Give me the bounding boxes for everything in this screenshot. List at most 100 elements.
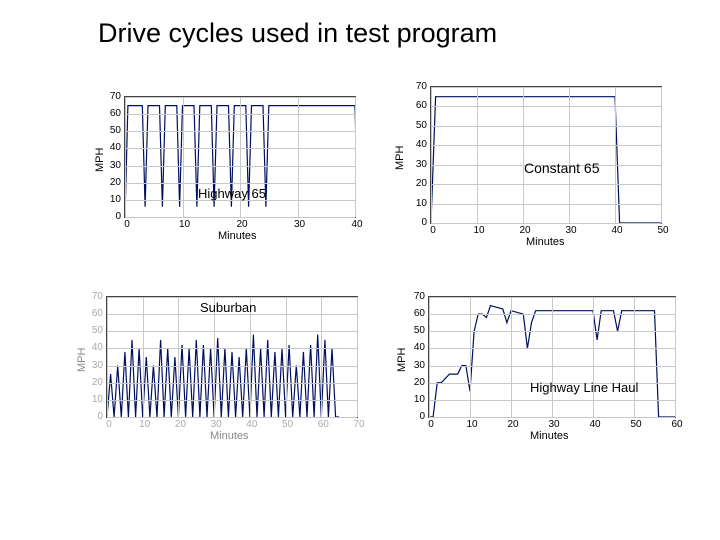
gridline-v xyxy=(523,87,524,223)
tick-y: 70 xyxy=(83,291,103,302)
gridline-v xyxy=(321,297,322,417)
tick-y: 50 xyxy=(83,325,103,336)
gridline-h xyxy=(431,184,661,185)
page-title: Drive cycles used in test program xyxy=(98,18,497,49)
x-axis-label: Minutes xyxy=(526,236,565,248)
plot-area: 0102030405060700102030405060 xyxy=(428,296,676,418)
gridline-h xyxy=(107,366,357,367)
gridline-h xyxy=(431,106,661,107)
tick-x: 30 xyxy=(544,419,564,430)
x-axis-label: Minutes xyxy=(218,230,257,242)
tick-x: 0 xyxy=(117,219,137,230)
tick-y: 20 xyxy=(101,177,121,188)
gridline-v xyxy=(593,297,594,417)
tick-y: 30 xyxy=(407,159,427,170)
tick-x: 30 xyxy=(561,225,581,236)
gridline-v xyxy=(511,297,512,417)
tick-y: 60 xyxy=(101,108,121,119)
tick-x: 40 xyxy=(607,225,627,236)
gridline-v xyxy=(250,297,251,417)
chart-label: Constant 65 xyxy=(524,160,600,176)
tick-x: 0 xyxy=(423,225,443,236)
tick-x: 60 xyxy=(313,419,333,430)
gridline-v xyxy=(107,297,108,417)
tick-y: 60 xyxy=(405,308,425,319)
chart-label: Highway Line Haul xyxy=(530,380,638,395)
chart-highway-65: 010203040506070010203040 MPH Minutes Hig… xyxy=(88,90,368,250)
gridline-v xyxy=(552,297,553,417)
tick-x: 40 xyxy=(242,419,262,430)
tick-y: 10 xyxy=(83,394,103,405)
gridline-h xyxy=(107,417,357,418)
gridline-h xyxy=(431,126,661,127)
gridline-v xyxy=(477,87,478,223)
tick-y: 40 xyxy=(407,139,427,150)
tick-y: 50 xyxy=(405,325,425,336)
gridline-v xyxy=(355,97,356,217)
gridline-v xyxy=(431,87,432,223)
gridline-v xyxy=(661,87,662,223)
gridline-h xyxy=(431,145,661,146)
tick-x: 50 xyxy=(626,419,646,430)
tick-x: 10 xyxy=(469,225,489,236)
gridline-v xyxy=(214,297,215,417)
gridline-v xyxy=(143,297,144,417)
tick-x: 30 xyxy=(290,219,310,230)
tick-x: 50 xyxy=(653,225,673,236)
tick-x: 40 xyxy=(585,419,605,430)
tick-y: 20 xyxy=(407,178,427,189)
tick-x: 40 xyxy=(347,219,367,230)
tick-y: 50 xyxy=(407,120,427,131)
tick-x: 0 xyxy=(99,419,119,430)
gridline-v xyxy=(357,297,358,417)
chart-constant-65: 01020304050607001020304050 MPH Minutes C… xyxy=(388,80,678,260)
tick-y: 60 xyxy=(407,100,427,111)
tick-x: 20 xyxy=(515,225,535,236)
tick-y: 20 xyxy=(405,377,425,388)
gridline-v xyxy=(178,297,179,417)
tick-y: 70 xyxy=(405,291,425,302)
tick-y: 60 xyxy=(83,308,103,319)
gridline-h xyxy=(107,297,357,298)
tick-x: 70 xyxy=(349,419,369,430)
x-axis-label: Minutes xyxy=(530,430,569,442)
gridline-v xyxy=(675,297,676,417)
gridline-v xyxy=(615,87,616,223)
chart-highway-line-haul: 0102030405060700102030405060 MPH Minutes… xyxy=(390,290,690,450)
tick-x: 10 xyxy=(135,419,155,430)
gridline-v xyxy=(125,97,126,217)
gridline-v xyxy=(470,297,471,417)
tick-y: 50 xyxy=(101,125,121,136)
tick-y: 40 xyxy=(405,342,425,353)
tick-x: 30 xyxy=(206,419,226,430)
y-axis-label: MPH xyxy=(396,348,408,372)
gridline-h xyxy=(107,383,357,384)
chart-label: Highway 65 xyxy=(198,186,266,201)
tick-y: 70 xyxy=(407,81,427,92)
tick-x: 50 xyxy=(278,419,298,430)
tick-y: 10 xyxy=(101,194,121,205)
chart-suburban: 010203040506070010203040506070 MPH Minut… xyxy=(70,290,370,450)
tick-y: 10 xyxy=(407,198,427,209)
y-axis-label: MPH xyxy=(94,148,106,172)
tick-x: 20 xyxy=(503,419,523,430)
tick-y: 20 xyxy=(83,377,103,388)
tick-y: 10 xyxy=(405,394,425,405)
gridline-h xyxy=(431,223,661,224)
gridline-v xyxy=(286,297,287,417)
gridline-h xyxy=(431,87,661,88)
tick-y: 30 xyxy=(405,360,425,371)
y-axis-label: MPH xyxy=(76,348,88,372)
gridline-h xyxy=(125,217,355,218)
tick-x: 10 xyxy=(462,419,482,430)
x-axis-label: Minutes xyxy=(210,430,249,442)
gridline-h xyxy=(107,331,357,332)
gridline-v xyxy=(298,97,299,217)
gridline-v xyxy=(634,297,635,417)
gridline-h xyxy=(429,417,675,418)
gridline-h xyxy=(107,348,357,349)
tick-x: 20 xyxy=(232,219,252,230)
plot-area: 01020304050607001020304050 xyxy=(430,86,662,224)
gridline-v xyxy=(569,87,570,223)
tick-x: 20 xyxy=(170,419,190,430)
